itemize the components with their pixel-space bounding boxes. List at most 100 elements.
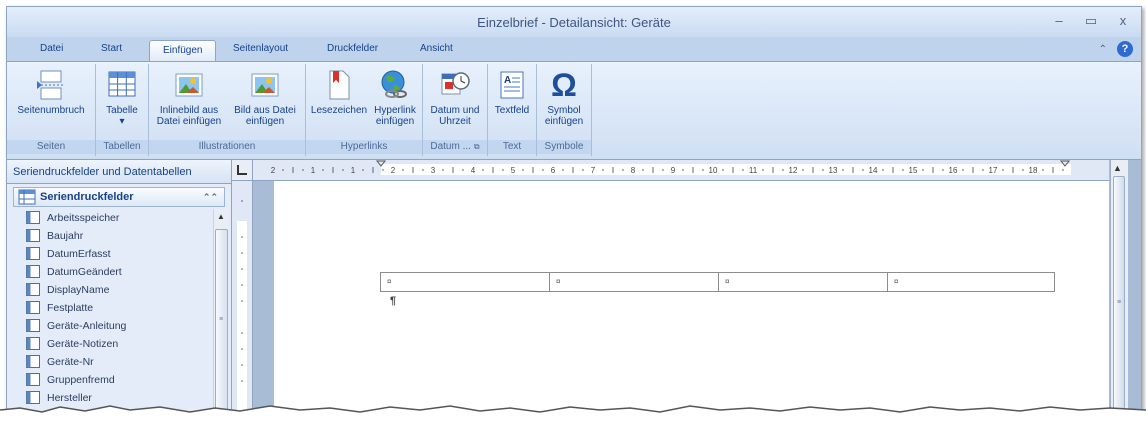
symbol-button[interactable]: Ω Symbol einfügen [541,66,587,127]
calendar-clock-icon [438,68,472,102]
field-label: DisplayName [47,284,110,296]
list-item[interactable]: Baujahr [23,227,213,245]
document-page[interactable]: ¤ ¤ ¤ ¤ ¶ [274,181,1109,423]
field-icon [26,373,40,386]
field-icon [26,265,40,278]
scroll-up-icon[interactable]: ▲ [1113,163,1122,173]
table-icon [18,189,36,205]
tab-druckfelder[interactable]: Druckfelder [327,43,378,54]
seitenumbruch-label: Seitenumbruch [17,105,85,116]
ruler-number: 3 [431,166,436,175]
field-label: Festplatte [47,302,94,314]
ruler-number: 10 [709,166,718,175]
maximize-button[interactable]: ▭ [1081,13,1101,29]
group-label-datum-text: Datum ... [430,141,471,152]
omega-icon: Ω [551,67,577,103]
dialog-launcher-icon[interactable]: ⧉ [474,142,480,151]
field-list-scrollbar[interactable]: ▲ ≡ [213,209,228,423]
bild-aus-datei-button[interactable]: Bild aus Datei einfügen [229,66,301,127]
list-item[interactable]: DatumGeändert [23,263,213,281]
tab-start[interactable]: Start [101,43,122,54]
document-area: 2 1 1 2 3 4 5 6 7 8 9 10 11 12 13 14 15 16 17 18 ¤ ¤ ¤ ¤ ¶ … [232,160,1141,423]
paragraph-mark: ¶ [390,295,397,307]
field-icon [26,211,40,224]
ribbon: Seitenumbruch Seiten Tabelle ▾ Tabellen … [7,62,1141,160]
ruler-number: 4 [471,166,476,175]
indent-marker[interactable] [375,160,387,167]
minimize-button[interactable]: – [1049,13,1069,29]
ruler-ticks: 2 1 1 2 3 4 5 6 7 8 9 10 11 12 13 14 15 16 17 18 [271,160,1071,175]
tab-einfuegen[interactable]: Einfügen [149,40,217,61]
group-label-hyperlinks: Hyperlinks [306,140,422,154]
group-hyperlinks: Lesezeichen Hyperlink einfügen Hyperlink… [306,64,423,156]
tab-selector[interactable] [232,160,253,181]
ruler-number: 1 [311,166,316,175]
hyperlink-label-1: Hyperlink [374,105,416,116]
list-item[interactable]: Geräte-Nr [23,353,213,371]
ruler-number: 6 [551,166,556,175]
tabelle-button[interactable]: Tabelle ▾ [100,66,144,127]
list-item[interactable]: Arbeitsspeicher [23,209,213,227]
ruler-number: 7 [591,166,596,175]
bookmark-icon [322,68,356,102]
list-item[interactable]: Festplatte [23,299,213,317]
textfeld-label: Textfeld [494,105,530,116]
lesezeichen-button[interactable]: Lesezeichen [308,66,370,116]
picture-icon [248,68,282,102]
hyperlink-button[interactable]: Hyperlink einfügen [370,66,420,127]
table-cell[interactable]: ¤ [887,272,1055,292]
field-icon [26,283,40,296]
symbol-label-1: Symbol [547,105,581,116]
textbox-icon: A [495,68,529,102]
field-label: DatumErfasst [47,248,111,260]
scroll-thumb[interactable]: ≡ [1113,176,1125,423]
tab-ansicht[interactable]: Ansicht [420,43,453,54]
page-break-icon [34,68,68,102]
seitenumbruch-button[interactable]: Seitenumbruch [9,66,93,116]
scroll-up-icon[interactable]: ▲ [215,211,227,223]
ruler-number: 1 [351,166,356,175]
tab-datei[interactable]: Datei [40,43,63,54]
document-scrollbar[interactable]: ▲ ≡ [1110,160,1128,423]
ribbon-tabs: Datei Start Einfügen Seitenlayout Druckf… [7,37,1141,62]
table-cell[interactable]: ¤ [380,272,550,292]
list-item[interactable]: Gruppenfremd [23,371,213,389]
field-label: DatumGeändert [47,266,122,278]
field-label: Geräte-Notizen [47,338,119,350]
datum-label-2: Uhrzeit [439,116,471,127]
tab-seitenlayout[interactable]: Seitenlayout [233,43,288,54]
field-label: Baujahr [47,230,84,242]
help-icon[interactable]: ? [1117,41,1133,57]
minimize-ribbon-icon[interactable]: ⌃ [1099,44,1107,55]
seriendruckfelder-section[interactable]: Seriendruckfelder ⌃⌃ [13,187,225,207]
table-cell[interactable]: ¤ [718,272,888,292]
ruler-number: 11 [749,166,758,175]
symbol-label-2: einfügen [544,116,584,127]
list-item[interactable]: Geräte-Notizen [23,335,213,353]
tabelle-dropdown-arrow[interactable]: ▾ [100,116,144,127]
list-item[interactable]: Geräte-Anleitung [23,317,213,335]
list-item[interactable]: DisplayName [23,281,213,299]
datum-uhrzeit-button[interactable]: Datum und Uhrzeit [427,66,483,127]
window-controls: – ▭ x [1049,13,1133,29]
scroll-thumb[interactable]: ≡ [215,229,228,413]
collapse-icon[interactable]: ⌃⌃ [203,188,218,206]
list-item[interactable]: DatumErfasst [23,245,213,263]
lesezeichen-label: Lesezeichen [310,105,368,116]
inline-bild-button[interactable]: Inlinebild aus Datei einfügen [153,66,225,127]
textfeld-button[interactable]: A Textfeld [490,66,534,116]
group-label-tabellen: Tabellen [96,140,148,154]
close-button[interactable]: x [1113,13,1133,29]
right-indent-marker[interactable] [1059,160,1071,167]
datum-label-1: Datum und [430,105,480,116]
vertical-ruler[interactable] [232,181,253,423]
field-icon [26,319,40,332]
horizontal-ruler[interactable]: 2 1 1 2 3 4 5 6 7 8 9 10 11 12 13 14 15 16 17 18 [253,160,1109,181]
ruler-number: 16 [949,166,958,175]
table-cell[interactable]: ¤ [549,272,719,292]
field-icon [26,229,40,242]
group-symbole: Ω Symbol einfügen Symbole [537,64,592,156]
left-tab-icon [237,165,247,175]
ruler-number: 15 [909,166,918,175]
ruler-number: 12 [789,166,798,175]
